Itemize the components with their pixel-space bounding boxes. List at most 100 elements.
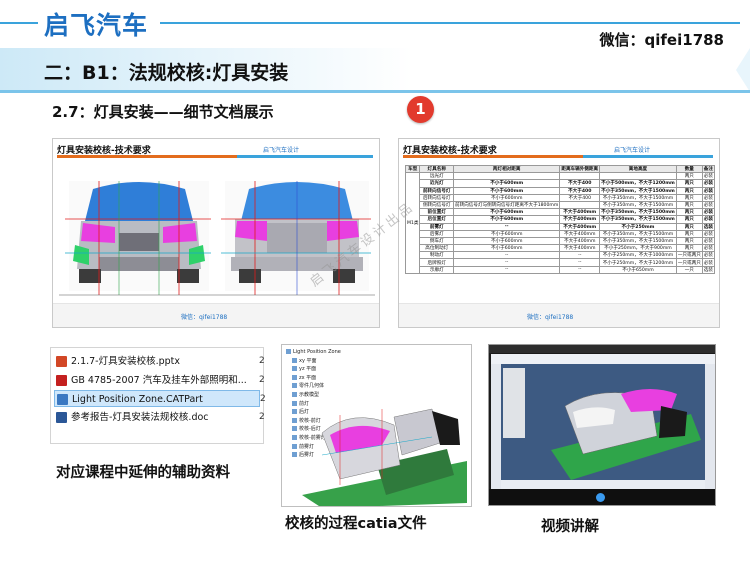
table-cell-c3: [599, 172, 677, 181]
table-cell-qty: 一只或两只: [675, 251, 703, 260]
slide-footer: 微信：qifei1788: [53, 303, 379, 327]
table-cell-c3: 不小于350mm，不大于1500mm: [599, 200, 677, 210]
table-cell-c1: 前转向信号灯与侧转向信号灯距离不大于1800mm: [453, 200, 561, 210]
table-cell-note: 选装: [701, 265, 716, 274]
brand-line-left: [0, 22, 38, 24]
table-cell-c3: 不小于250mm: [599, 222, 677, 231]
table-cell-c1: 不小于600mm: [453, 244, 561, 253]
video-player[interactable]: [488, 344, 716, 506]
table-header-row: 车型 灯具名称 两灯相对距离 距离车辆外侧距离 离地高度 数量 备注: [404, 164, 716, 174]
step-badge: 1: [407, 96, 434, 123]
table-header-cell: 车型: [404, 164, 421, 174]
table-cell-c2: --: [559, 258, 601, 267]
table-cell-c1: 不小于600mm: [453, 208, 561, 217]
table-cell-c2: 不大于400: [559, 186, 601, 195]
table-cell-lamp: 近光灯: [419, 179, 455, 188]
video-frame-catia: [491, 354, 715, 490]
table-cell-c3: 不小于250mm，不大于1200mm: [599, 258, 677, 267]
table-cell-c2: 不大于400mm: [559, 222, 601, 231]
table-cell-qty: 两只: [675, 229, 703, 238]
table-row: 高位制动灯 不小于600mm 不大于400mm 不小于250mm，不大于900mm 两只…: [406, 244, 716, 253]
table-cell-c3: 不小于250mm，不大于900mm: [599, 244, 677, 253]
table-cell-c3: 不小于500mm，不大于1200mm: [599, 179, 677, 188]
slide-rule-blue: [237, 155, 373, 158]
video-title-bar: [489, 345, 715, 353]
file-size-column: 2: [260, 394, 266, 404]
table-header-cell: 距离车辆外侧距离: [559, 164, 601, 174]
file-item[interactable]: 2.1.7-灯具安装校核.pptx 2: [54, 353, 265, 370]
table-cell-c2: 不大于400mm: [559, 208, 601, 217]
slide-footer: 微信：qifei1788: [399, 303, 719, 327]
video-screen[interactable]: [491, 354, 715, 490]
table-cell-lamp: 后位置灯: [419, 215, 455, 224]
table-cell-c2: 不大于400mm: [559, 244, 601, 253]
table-cell-c3: 不小于350mm，不大于1500mm: [599, 236, 677, 246]
table-cell-lamp: 倒车灯: [419, 236, 455, 246]
table-cell-note: 必装: [701, 244, 716, 253]
catia-window[interactable]: Light Position Zone xy 平面 yz 平面 zx 平面 零件几何体示…: [281, 344, 472, 507]
table-cell-note: 必装: [701, 193, 716, 202]
table-group-cell: M1类: [404, 172, 421, 274]
slide-thumbnail-car-views[interactable]: 灯具安装校核-技术要求 启飞汽车设计 微信：qifei1788: [52, 138, 380, 328]
table-cell-c1: --: [453, 222, 561, 231]
slide-rule-orange: [57, 155, 237, 158]
table-cell-c3: 不小于350mm，不大于1500mm: [599, 208, 677, 217]
catpart-icon: [57, 394, 68, 405]
table-row: 近光灯 不小于600mm 不大于400 不小于500mm，不大于1200mm 两只 必装: [406, 179, 716, 188]
table-cell-lamp: 示廓灯: [419, 265, 455, 274]
table-cell-note: 必装: [701, 186, 716, 195]
file-item[interactable]: 参考报告-灯具安装法规校核.doc 2: [54, 409, 265, 426]
video-controls[interactable]: [489, 489, 715, 505]
table-cell-qty: 两只: [675, 215, 703, 224]
table-cell-qty: 两只: [675, 179, 703, 188]
subheading: 2.7：灯具安装——细节文档展示: [52, 103, 274, 121]
file-name: 参考报告-灯具安装法规校核.doc: [71, 411, 209, 423]
table-cell-c3: 不小于350mm，不大于1500mm: [599, 215, 677, 224]
table-cell-note: 必装: [701, 179, 716, 188]
table-cell-c1: 不小于600mm: [453, 236, 561, 246]
table-cell-c1: --: [453, 265, 561, 274]
table-header-cell: 数量: [675, 164, 703, 174]
table-header-cell: 两灯相对距离: [453, 164, 561, 174]
table-header-cell: 备注: [701, 164, 716, 174]
slide-brand-tag: 启飞汽车设计: [263, 147, 300, 154]
section-title: 二：B1：法规校核:灯具安装: [44, 62, 289, 84]
pptx-icon: [56, 356, 67, 367]
table-cell-qty: 两只: [675, 200, 703, 210]
file-size-column: 2: [259, 411, 265, 422]
table-cell-qty: 两只: [675, 186, 703, 195]
pdf-icon: [56, 374, 67, 386]
table-row: 前转向信号灯 不小于600mm 不大于400 不小于350mm，不大于1500mm 两只…: [406, 186, 716, 195]
table-cell-c2: 不大于400mm: [559, 215, 601, 224]
table-cell-qty: 两只: [675, 244, 703, 253]
table-cell-lamp: 高位制动灯: [419, 244, 455, 253]
table-cell-lamp: 前转向信号灯: [419, 186, 455, 195]
table-cell-note: 必装: [701, 215, 716, 224]
table-cell-note: 必装: [701, 236, 716, 246]
table-cell-qty: 一只: [675, 265, 703, 274]
file-item[interactable]: GB 4785-2007 汽车及挂车外部照明和... 2: [54, 372, 265, 389]
file-name: 2.1.7-灯具安装校核.pptx: [71, 356, 181, 367]
table-row: M1类 远光灯 两只 必装: [404, 172, 716, 274]
table-cell-note: 必装: [701, 208, 716, 217]
table-row: 后雾灯 不小于600mm 不大于400mm 不小于350mm，不大于1500mm 两只必…: [406, 229, 716, 238]
doc-icon: [56, 411, 67, 423]
play-icon[interactable]: [596, 493, 605, 502]
slide-thumbnail-requirements-table[interactable]: 灯具安装校核-技术要求 启飞汽车设计 车型 灯具名称 两灯相对距离 距离车辆外侧…: [398, 138, 720, 328]
table-cell-c1: --: [453, 251, 561, 260]
table-cell-c1: 不小于600mm: [453, 179, 561, 188]
table-cell-c3: 不小于350mm，不大于1500mm: [599, 186, 677, 195]
table-cell-note: 必装: [701, 200, 716, 210]
table-cell-c2: --: [559, 265, 601, 274]
wechat-id: 微信：qifei1788: [599, 31, 724, 49]
table-header-cell: 灯具名称: [419, 164, 455, 174]
table-cell-c1: [453, 172, 561, 181]
table-cell-c3: 不小于350mm，不大于1500mm: [599, 193, 677, 202]
table-cell-c1: 不小于600mm: [453, 229, 561, 238]
file-size-column: 2: [259, 356, 265, 366]
table-row: 倒车灯 不小于600mm 不大于400mm 不小于350mm，不大于1500mm 两只必…: [406, 236, 716, 246]
table-cell-c2: 不大于400: [559, 179, 601, 188]
table-cell-lamp: 侧转向信号灯: [419, 200, 455, 210]
file-item[interactable]: Light Position Zone.CATPart 2: [54, 390, 266, 407]
table-cell-note: 必装: [701, 172, 716, 181]
